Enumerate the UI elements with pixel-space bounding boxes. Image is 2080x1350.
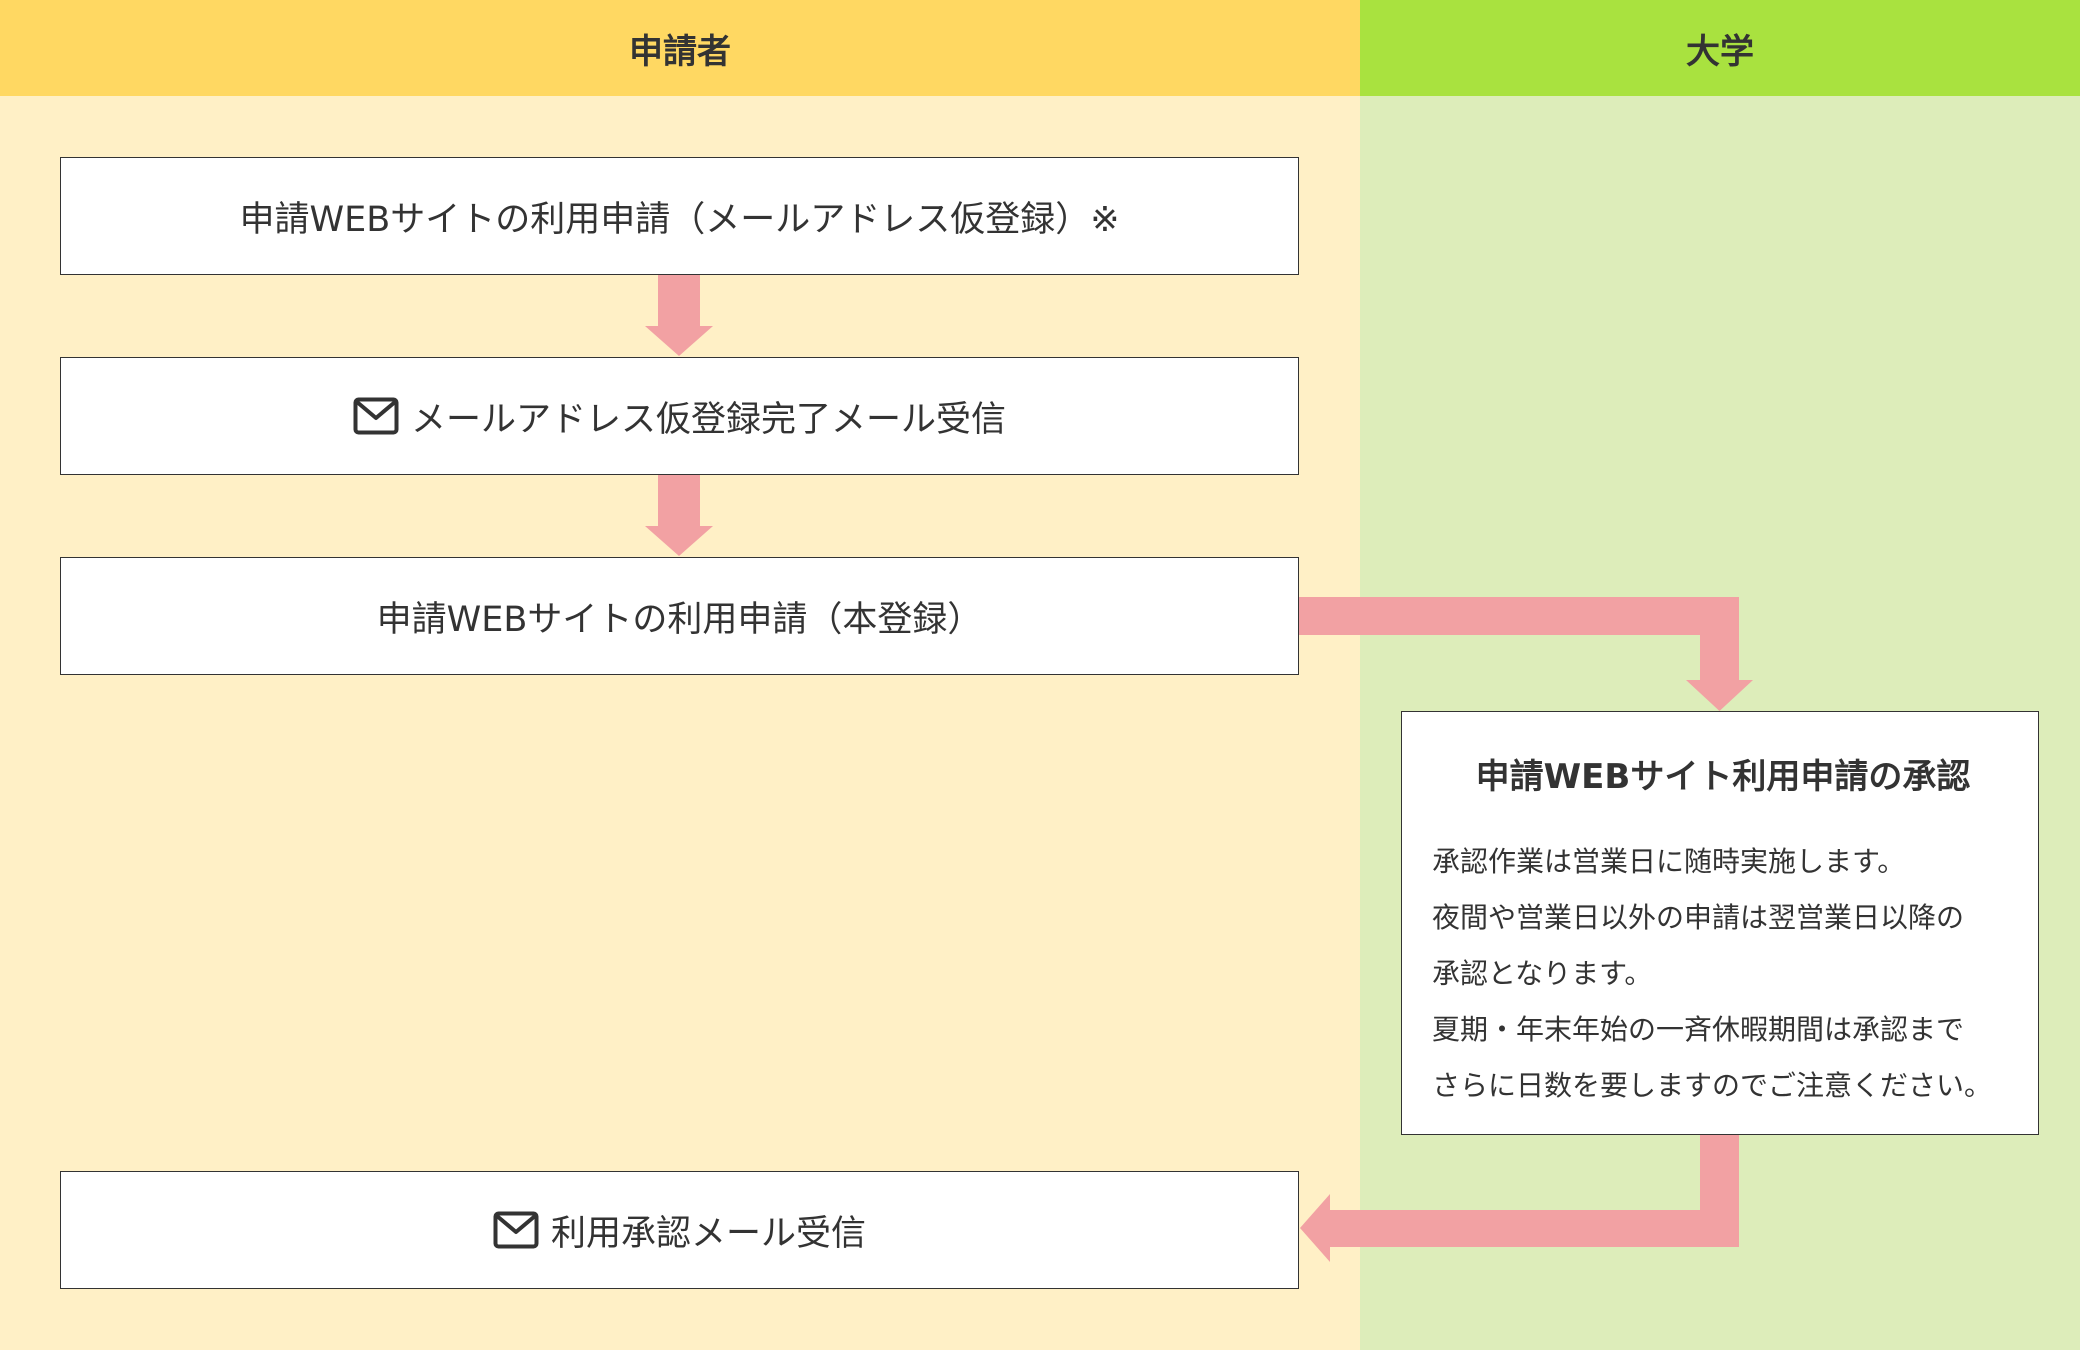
- mail-icon: [353, 397, 399, 435]
- approval-note-line: 承認となります。: [1432, 957, 1653, 990]
- approval-note-line: 夏期・年末年始の一斉休暇期間は承認まで: [1432, 1013, 1965, 1046]
- step-provisional-mail-label: メールアドレス仮登録完了メール受信: [410, 399, 1006, 440]
- lane-university: 大学: [1360, 0, 2080, 1350]
- approval-note-line: 夜間や営業日以外の申請は翌営業日以降の: [1432, 901, 1965, 934]
- step-approval: 申請WEBサイト利用申請の承認 承認作業は営業日に随時実施します。 夜間や営業日…: [1401, 711, 2039, 1135]
- approval-note-line: 承認作業は営業日に随時実施します。: [1432, 845, 1906, 878]
- lane-title-applicant: 申請者: [629, 31, 731, 72]
- step-apply-full-label: 申請WEBサイトの利用申請（本登録）: [376, 599, 983, 640]
- mail-icon: [493, 1211, 539, 1249]
- step-approval-mail: 利用承認メール受信: [60, 1171, 1299, 1289]
- step-provisional-mail: メールアドレス仮登録完了メール受信: [60, 357, 1299, 475]
- step-apply-provisional-label: 申請WEBサイトの利用申請（メールアドレス仮登録）※: [239, 199, 1120, 240]
- step-approval-mail-label: 利用承認メール受信: [550, 1213, 866, 1254]
- lane-header-applicant: 申請者: [0, 0, 1360, 96]
- step-apply-full: 申請WEBサイトの利用申請（本登録）: [60, 557, 1299, 675]
- step-apply-provisional: 申請WEBサイトの利用申請（メールアドレス仮登録）※: [60, 157, 1299, 275]
- step-approval-title: 申請WEBサイト利用申請の承認: [1475, 757, 1971, 797]
- lane-title-university: 大学: [1686, 31, 1754, 72]
- lane-header-university: 大学: [1360, 0, 2080, 96]
- step-approval-notes: 承認作業は営業日に随時実施します。 夜間や営業日以外の申請は翌営業日以降の 承認…: [1432, 834, 2014, 1114]
- lane-body-applicant: [0, 96, 1360, 1350]
- approval-note-line: さらに日数を要しますのでご注意ください。: [1432, 1069, 1993, 1102]
